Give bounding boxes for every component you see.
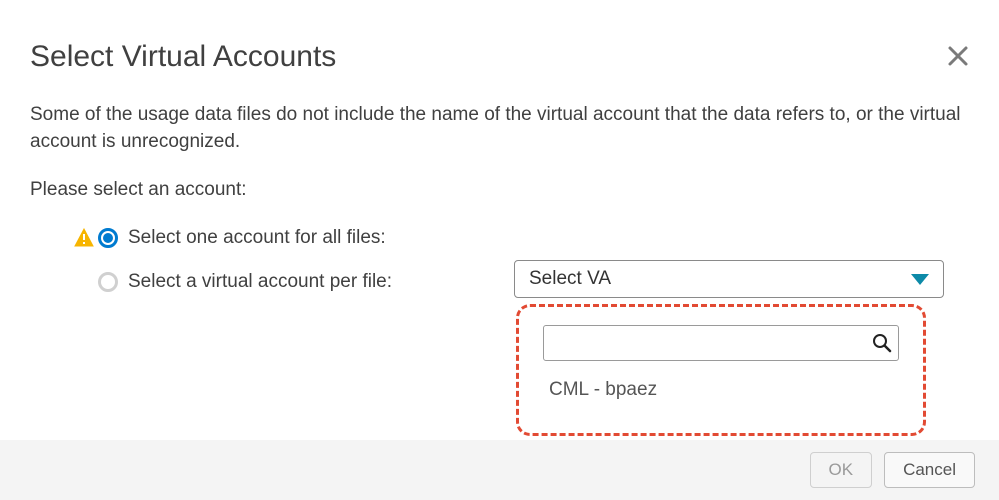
warning-icon <box>74 228 94 248</box>
search-icon <box>872 333 892 353</box>
select-va-placeholder: Select VA <box>529 268 611 290</box>
radio-per-file-label: Select a virtual account per file: <box>128 271 392 293</box>
dropdown-panel: CML - bpaez <box>516 304 926 436</box>
radio-per-file[interactable] <box>98 272 118 292</box>
radio-all-files[interactable] <box>98 228 118 248</box>
option-all-files-row[interactable]: Select one account for all files: <box>30 227 969 249</box>
dropdown-search[interactable] <box>543 325 899 361</box>
search-input[interactable] <box>554 334 872 352</box>
modal-prompt: Please select an account: <box>30 179 969 201</box>
modal-description: Some of the usage data files do not incl… <box>30 102 969 155</box>
ok-button[interactable]: OK <box>810 452 873 488</box>
cancel-button[interactable]: Cancel <box>884 452 975 488</box>
dropdown-item[interactable]: CML - bpaez <box>543 379 899 401</box>
close-icon[interactable] <box>947 44 969 72</box>
select-va-dropdown[interactable]: Select VA <box>514 260 944 298</box>
select-virtual-accounts-modal: Select Virtual Accounts Some of the usag… <box>0 0 999 500</box>
radio-all-files-label: Select one account for all files: <box>128 227 386 249</box>
modal-title: Select Virtual Accounts <box>30 40 969 74</box>
modal-footer: OK Cancel <box>0 440 999 500</box>
chevron-down-icon <box>911 274 929 285</box>
